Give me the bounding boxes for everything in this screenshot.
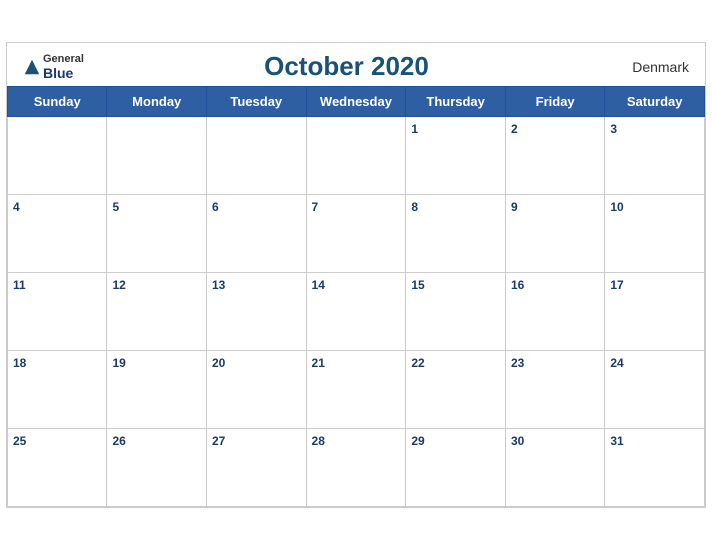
day-number: 2 — [511, 122, 518, 136]
calendar-day-cell: 18 — [8, 351, 107, 429]
country-name: Denmark — [609, 59, 689, 75]
calendar-day-cell: 23 — [505, 351, 604, 429]
calendar-day-cell: 7 — [306, 195, 406, 273]
calendar-day-cell: 4 — [8, 195, 107, 273]
day-number: 24 — [610, 356, 623, 370]
calendar-day-cell: 20 — [207, 351, 307, 429]
day-number: 7 — [312, 200, 319, 214]
calendar-day-cell: 19 — [107, 351, 207, 429]
calendar-day-cell: 10 — [605, 195, 705, 273]
day-number: 5 — [112, 200, 119, 214]
calendar-day-cell: 16 — [505, 273, 604, 351]
calendar-day-cell: 31 — [605, 429, 705, 507]
calendar-week-row: 11 12 13 14 15 16 17 — [8, 273, 705, 351]
general-blue-icon — [23, 58, 41, 76]
calendar-body: 1234567891011121314151617181920212223242… — [8, 117, 705, 507]
calendar-day-cell: 21 — [306, 351, 406, 429]
day-number: 13 — [212, 278, 225, 292]
calendar-day-cell — [306, 117, 406, 195]
day-number: 6 — [212, 200, 219, 214]
calendar-day-cell: 12 — [107, 273, 207, 351]
day-number: 1 — [411, 122, 418, 136]
day-number: 14 — [312, 278, 325, 292]
header-saturday: Saturday — [605, 87, 705, 117]
calendar-container: General Blue October 2020 Denmark Sunday… — [6, 42, 706, 508]
day-number: 9 — [511, 200, 518, 214]
calendar-day-cell: 28 — [306, 429, 406, 507]
calendar-day-cell: 26 — [107, 429, 207, 507]
calendar-day-cell: 3 — [605, 117, 705, 195]
calendar-day-cell: 11 — [8, 273, 107, 351]
calendar-day-cell — [107, 117, 207, 195]
day-number: 20 — [212, 356, 225, 370]
header-tuesday: Tuesday — [207, 87, 307, 117]
calendar-day-cell: 5 — [107, 195, 207, 273]
header-monday: Monday — [107, 87, 207, 117]
header-wednesday: Wednesday — [306, 87, 406, 117]
day-number: 4 — [13, 200, 20, 214]
weekday-header-row: Sunday Monday Tuesday Wednesday Thursday… — [8, 87, 705, 117]
calendar-day-cell: 8 — [406, 195, 506, 273]
day-number: 19 — [112, 356, 125, 370]
calendar-day-cell: 24 — [605, 351, 705, 429]
calendar-day-cell: 1 — [406, 117, 506, 195]
calendar-week-row: 18 19 20 21 22 23 24 — [8, 351, 705, 429]
day-number: 30 — [511, 434, 524, 448]
day-number: 21 — [312, 356, 325, 370]
calendar-day-cell: 22 — [406, 351, 506, 429]
day-number: 22 — [411, 356, 424, 370]
day-number: 27 — [212, 434, 225, 448]
header-thursday: Thursday — [406, 87, 506, 117]
day-number: 12 — [112, 278, 125, 292]
logo-area: General Blue — [23, 53, 84, 81]
day-number: 10 — [610, 200, 623, 214]
calendar-week-row: 1 2 3 — [8, 117, 705, 195]
day-number: 23 — [511, 356, 524, 370]
calendar-day-cell: 30 — [505, 429, 604, 507]
calendar-day-cell: 17 — [605, 273, 705, 351]
day-number: 29 — [411, 434, 424, 448]
day-number: 3 — [610, 122, 617, 136]
month-title: October 2020 — [84, 51, 609, 82]
day-number: 15 — [411, 278, 424, 292]
day-number: 31 — [610, 434, 623, 448]
calendar-header: General Blue October 2020 Denmark — [7, 43, 705, 86]
day-number: 25 — [13, 434, 26, 448]
calendar-day-cell: 2 — [505, 117, 604, 195]
calendar-day-cell: 15 — [406, 273, 506, 351]
header-sunday: Sunday — [8, 87, 107, 117]
calendar-week-row: 4 5 6 7 8 9 10 — [8, 195, 705, 273]
calendar-day-cell — [207, 117, 307, 195]
day-number: 17 — [610, 278, 623, 292]
calendar-day-cell — [8, 117, 107, 195]
header-friday: Friday — [505, 87, 604, 117]
calendar-grid: Sunday Monday Tuesday Wednesday Thursday… — [7, 86, 705, 507]
day-number: 11 — [13, 278, 26, 292]
day-number: 26 — [112, 434, 125, 448]
day-number: 28 — [312, 434, 325, 448]
calendar-day-cell: 27 — [207, 429, 307, 507]
calendar-day-cell: 25 — [8, 429, 107, 507]
day-number: 16 — [511, 278, 524, 292]
calendar-week-row: 25 26 27 28 29 30 31 — [8, 429, 705, 507]
logo-blue-text: Blue — [43, 65, 84, 81]
day-number: 8 — [411, 200, 418, 214]
calendar-day-cell: 29 — [406, 429, 506, 507]
calendar-day-cell: 6 — [207, 195, 307, 273]
day-number: 18 — [13, 356, 26, 370]
calendar-day-cell: 13 — [207, 273, 307, 351]
logo-general-text: General — [43, 53, 84, 65]
calendar-day-cell: 9 — [505, 195, 604, 273]
calendar-day-cell: 14 — [306, 273, 406, 351]
